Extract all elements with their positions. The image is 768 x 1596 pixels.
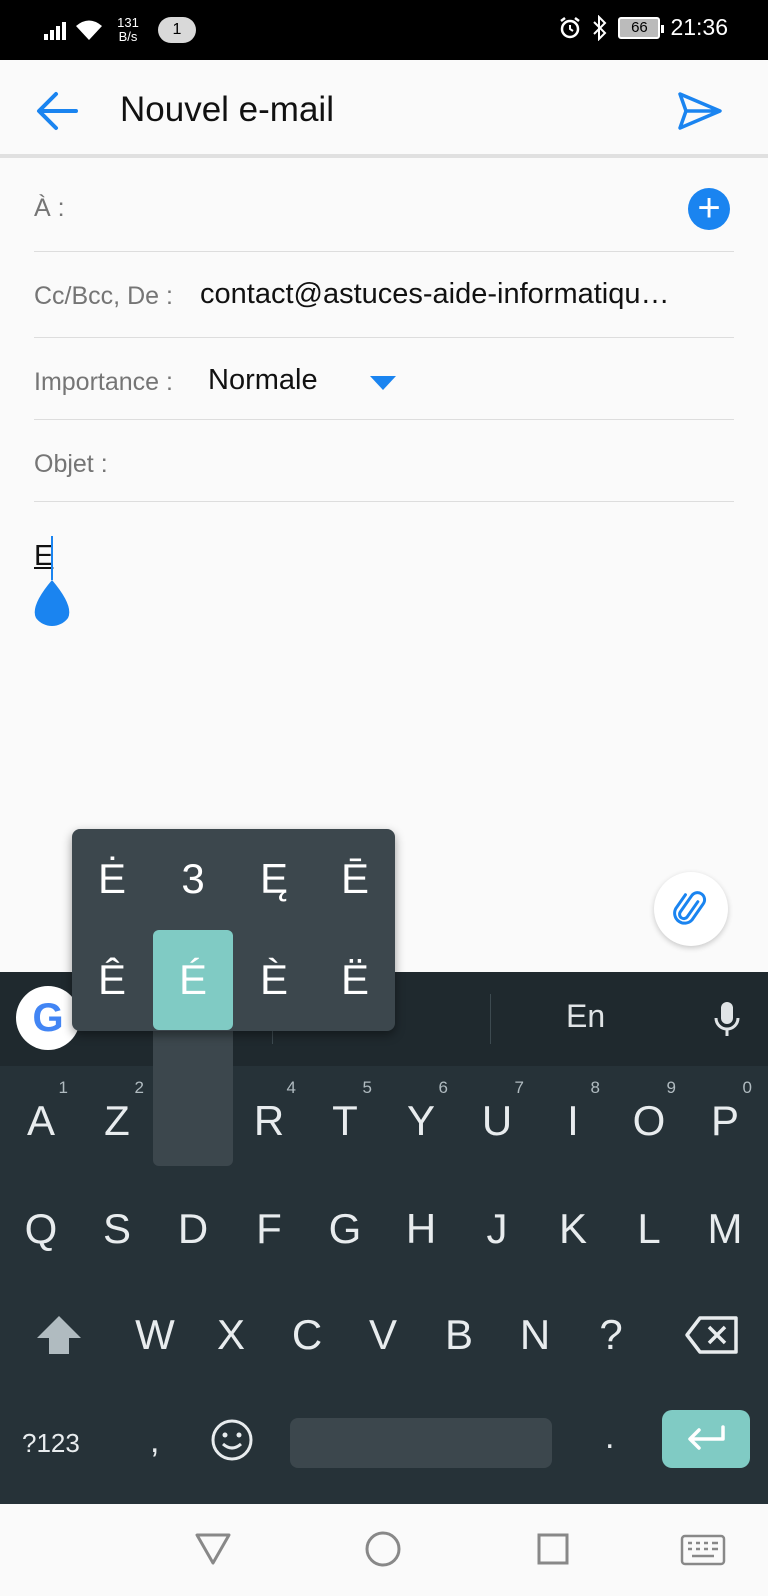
microphone-icon[interactable] xyxy=(712,1000,742,1040)
accent-popup: Ė 3 Ę Ē Ê É È Ë xyxy=(72,829,395,1031)
key-k[interactable]: K xyxy=(538,1184,608,1274)
key-t[interactable]: T5 xyxy=(310,1076,380,1166)
backspace-icon xyxy=(685,1316,738,1354)
key-w[interactable]: W xyxy=(120,1290,190,1380)
keyboard: A1 Z2 E3 R4 T5 Y6 U7 I8 O9 P0 Q S D F G … xyxy=(0,1066,768,1504)
importance-value[interactable]: Normale xyxy=(208,364,318,397)
key-x[interactable]: X xyxy=(196,1290,266,1380)
key-j[interactable]: J xyxy=(462,1184,532,1274)
subject-label: Objet : xyxy=(34,450,108,478)
key-f[interactable]: F xyxy=(234,1184,304,1274)
text-cursor xyxy=(51,536,53,580)
key-i[interactable]: I8 xyxy=(538,1076,608,1166)
key-n[interactable]: N xyxy=(500,1290,570,1380)
accent-option[interactable]: Ē xyxy=(315,829,395,929)
shift-icon xyxy=(37,1316,81,1354)
key-b[interactable]: B xyxy=(424,1290,494,1380)
key-v[interactable]: V xyxy=(348,1290,418,1380)
cell-signal-icon xyxy=(44,20,66,40)
key-z[interactable]: Z2 xyxy=(82,1076,152,1166)
to-label: À : xyxy=(34,194,65,222)
symbols-key[interactable]: ?123 xyxy=(22,1428,80,1459)
to-row[interactable]: À : + xyxy=(34,162,734,252)
accent-option[interactable]: Ė xyxy=(72,829,152,929)
keyboard-switch-icon[interactable] xyxy=(680,1534,726,1566)
clock: 21:36 xyxy=(670,14,728,40)
page-title: Nouvel e-mail xyxy=(120,90,334,129)
wifi-icon xyxy=(76,20,102,40)
shift-key[interactable] xyxy=(24,1290,94,1380)
space-key[interactable] xyxy=(290,1418,552,1468)
status-bar: 131 B/s 1 66 21:36 xyxy=(0,0,768,60)
key-h[interactable]: H xyxy=(386,1184,456,1274)
key-y[interactable]: Y6 xyxy=(386,1076,456,1166)
accent-option[interactable]: Ë xyxy=(315,930,395,1030)
backspace-key[interactable] xyxy=(672,1290,752,1380)
battery-icon: 66 xyxy=(618,16,665,39)
key-question[interactable]: ? xyxy=(576,1290,646,1380)
navigation-bar xyxy=(0,1504,768,1596)
key-u[interactable]: U7 xyxy=(462,1076,532,1166)
cc-value[interactable]: contact@astuces-aide-informatiqu… xyxy=(200,278,669,311)
emoji-icon[interactable] xyxy=(210,1418,254,1462)
cursor-handle-icon[interactable] xyxy=(30,580,74,632)
key-p[interactable]: P0 xyxy=(690,1076,760,1166)
accent-option-selected[interactable]: É xyxy=(153,930,233,1030)
importance-row[interactable]: Importance : Normale xyxy=(34,338,734,420)
app-bar: Nouvel e-mail xyxy=(0,60,768,158)
back-nav-icon[interactable] xyxy=(194,1532,232,1566)
key-s[interactable]: S xyxy=(82,1184,152,1274)
accent-option[interactable]: Ê xyxy=(72,930,152,1030)
dropdown-arrow-icon[interactable] xyxy=(370,376,396,390)
enter-key[interactable] xyxy=(662,1410,750,1468)
key-c[interactable]: C xyxy=(272,1290,342,1380)
net-speed: 131 B/s xyxy=(117,15,139,44)
accent-option[interactable]: 3 xyxy=(153,829,233,929)
attach-button[interactable] xyxy=(654,872,728,946)
key-o[interactable]: O9 xyxy=(614,1076,684,1166)
period-key[interactable]: . xyxy=(605,1418,614,1457)
google-g-icon[interactable]: G xyxy=(16,986,80,1050)
accent-option[interactable]: È xyxy=(234,930,314,1030)
suggestion-2[interactable]: En xyxy=(566,998,605,1035)
home-nav-icon[interactable] xyxy=(364,1530,402,1568)
enter-icon xyxy=(688,1425,725,1450)
notification-badge: 1 xyxy=(158,17,196,43)
suggestion-divider xyxy=(490,994,491,1044)
bluetooth-icon xyxy=(593,14,607,41)
paperclip-icon xyxy=(673,891,707,925)
alarm-icon xyxy=(560,16,581,38)
back-arrow-icon[interactable] xyxy=(34,88,80,134)
key-q[interactable]: Q xyxy=(6,1184,76,1274)
subject-row[interactable]: Objet : xyxy=(34,420,734,502)
key-g[interactable]: G xyxy=(310,1184,380,1274)
recents-nav-icon[interactable] xyxy=(536,1532,570,1566)
cc-label: Cc/Bcc, De : xyxy=(34,282,173,310)
importance-label: Importance : xyxy=(34,368,173,396)
send-icon[interactable] xyxy=(676,88,724,134)
accent-option[interactable]: Ę xyxy=(234,829,314,929)
add-recipient-button[interactable]: + xyxy=(688,188,730,230)
cc-row[interactable]: Cc/Bcc, De : contact@astuces-aide-inform… xyxy=(34,252,734,338)
comma-key[interactable]: , xyxy=(150,1422,159,1461)
key-l[interactable]: L xyxy=(614,1184,684,1274)
key-m[interactable]: M xyxy=(690,1184,760,1274)
key-r[interactable]: R4 xyxy=(234,1076,304,1166)
key-a[interactable]: A1 xyxy=(6,1076,76,1166)
accent-popup-stem xyxy=(153,1030,233,1166)
key-d[interactable]: D xyxy=(158,1184,228,1274)
